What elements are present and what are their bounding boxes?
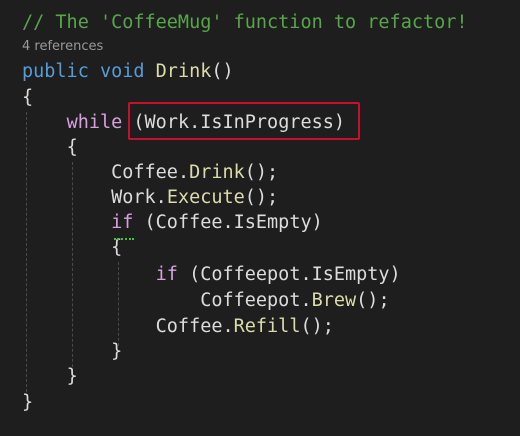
brace-open-if: {	[111, 237, 123, 258]
condition-highlight-box	[128, 102, 360, 140]
statement-coffee-drink: Coffee.Drink();	[111, 162, 279, 183]
brace-close-while: }	[66, 366, 78, 387]
method-name-drink: Drink	[155, 61, 212, 82]
code-comment-line: // The 'CoffeeMug' function to refactor!	[22, 12, 468, 33]
keyword-void: void	[99, 61, 145, 82]
statement-work-execute: Work.Execute();	[111, 187, 279, 208]
brace-close-method: }	[22, 392, 34, 413]
method-params: ()	[211, 61, 234, 82]
keyword-public: public	[22, 61, 89, 82]
keyword-if-inner: if	[155, 264, 178, 285]
if-coffeepot-empty-line: if (Coffeepot.IsEmpty)	[155, 264, 401, 285]
method-signature-line: public void Drink()	[22, 59, 234, 84]
keyword-if-outer: if	[111, 212, 134, 233]
statement-coffeepot-brew: Coffeepot.Brew();	[200, 290, 390, 311]
suggestion-squiggle[interactable]	[114, 238, 134, 240]
codelens-references[interactable]: 4 references	[22, 37, 103, 57]
brace-close-if: }	[111, 341, 123, 362]
if-coffee-empty-line: if (Coffee.IsEmpty)	[111, 212, 323, 233]
code-editor[interactable]: // The 'CoffeeMug' function to refactor!…	[0, 0, 520, 436]
brace-open-while: {	[66, 137, 78, 158]
keyword-while: while	[66, 112, 123, 133]
statement-coffee-refill: Coffee.Refill();	[155, 316, 334, 337]
brace-open-method: {	[22, 87, 34, 108]
